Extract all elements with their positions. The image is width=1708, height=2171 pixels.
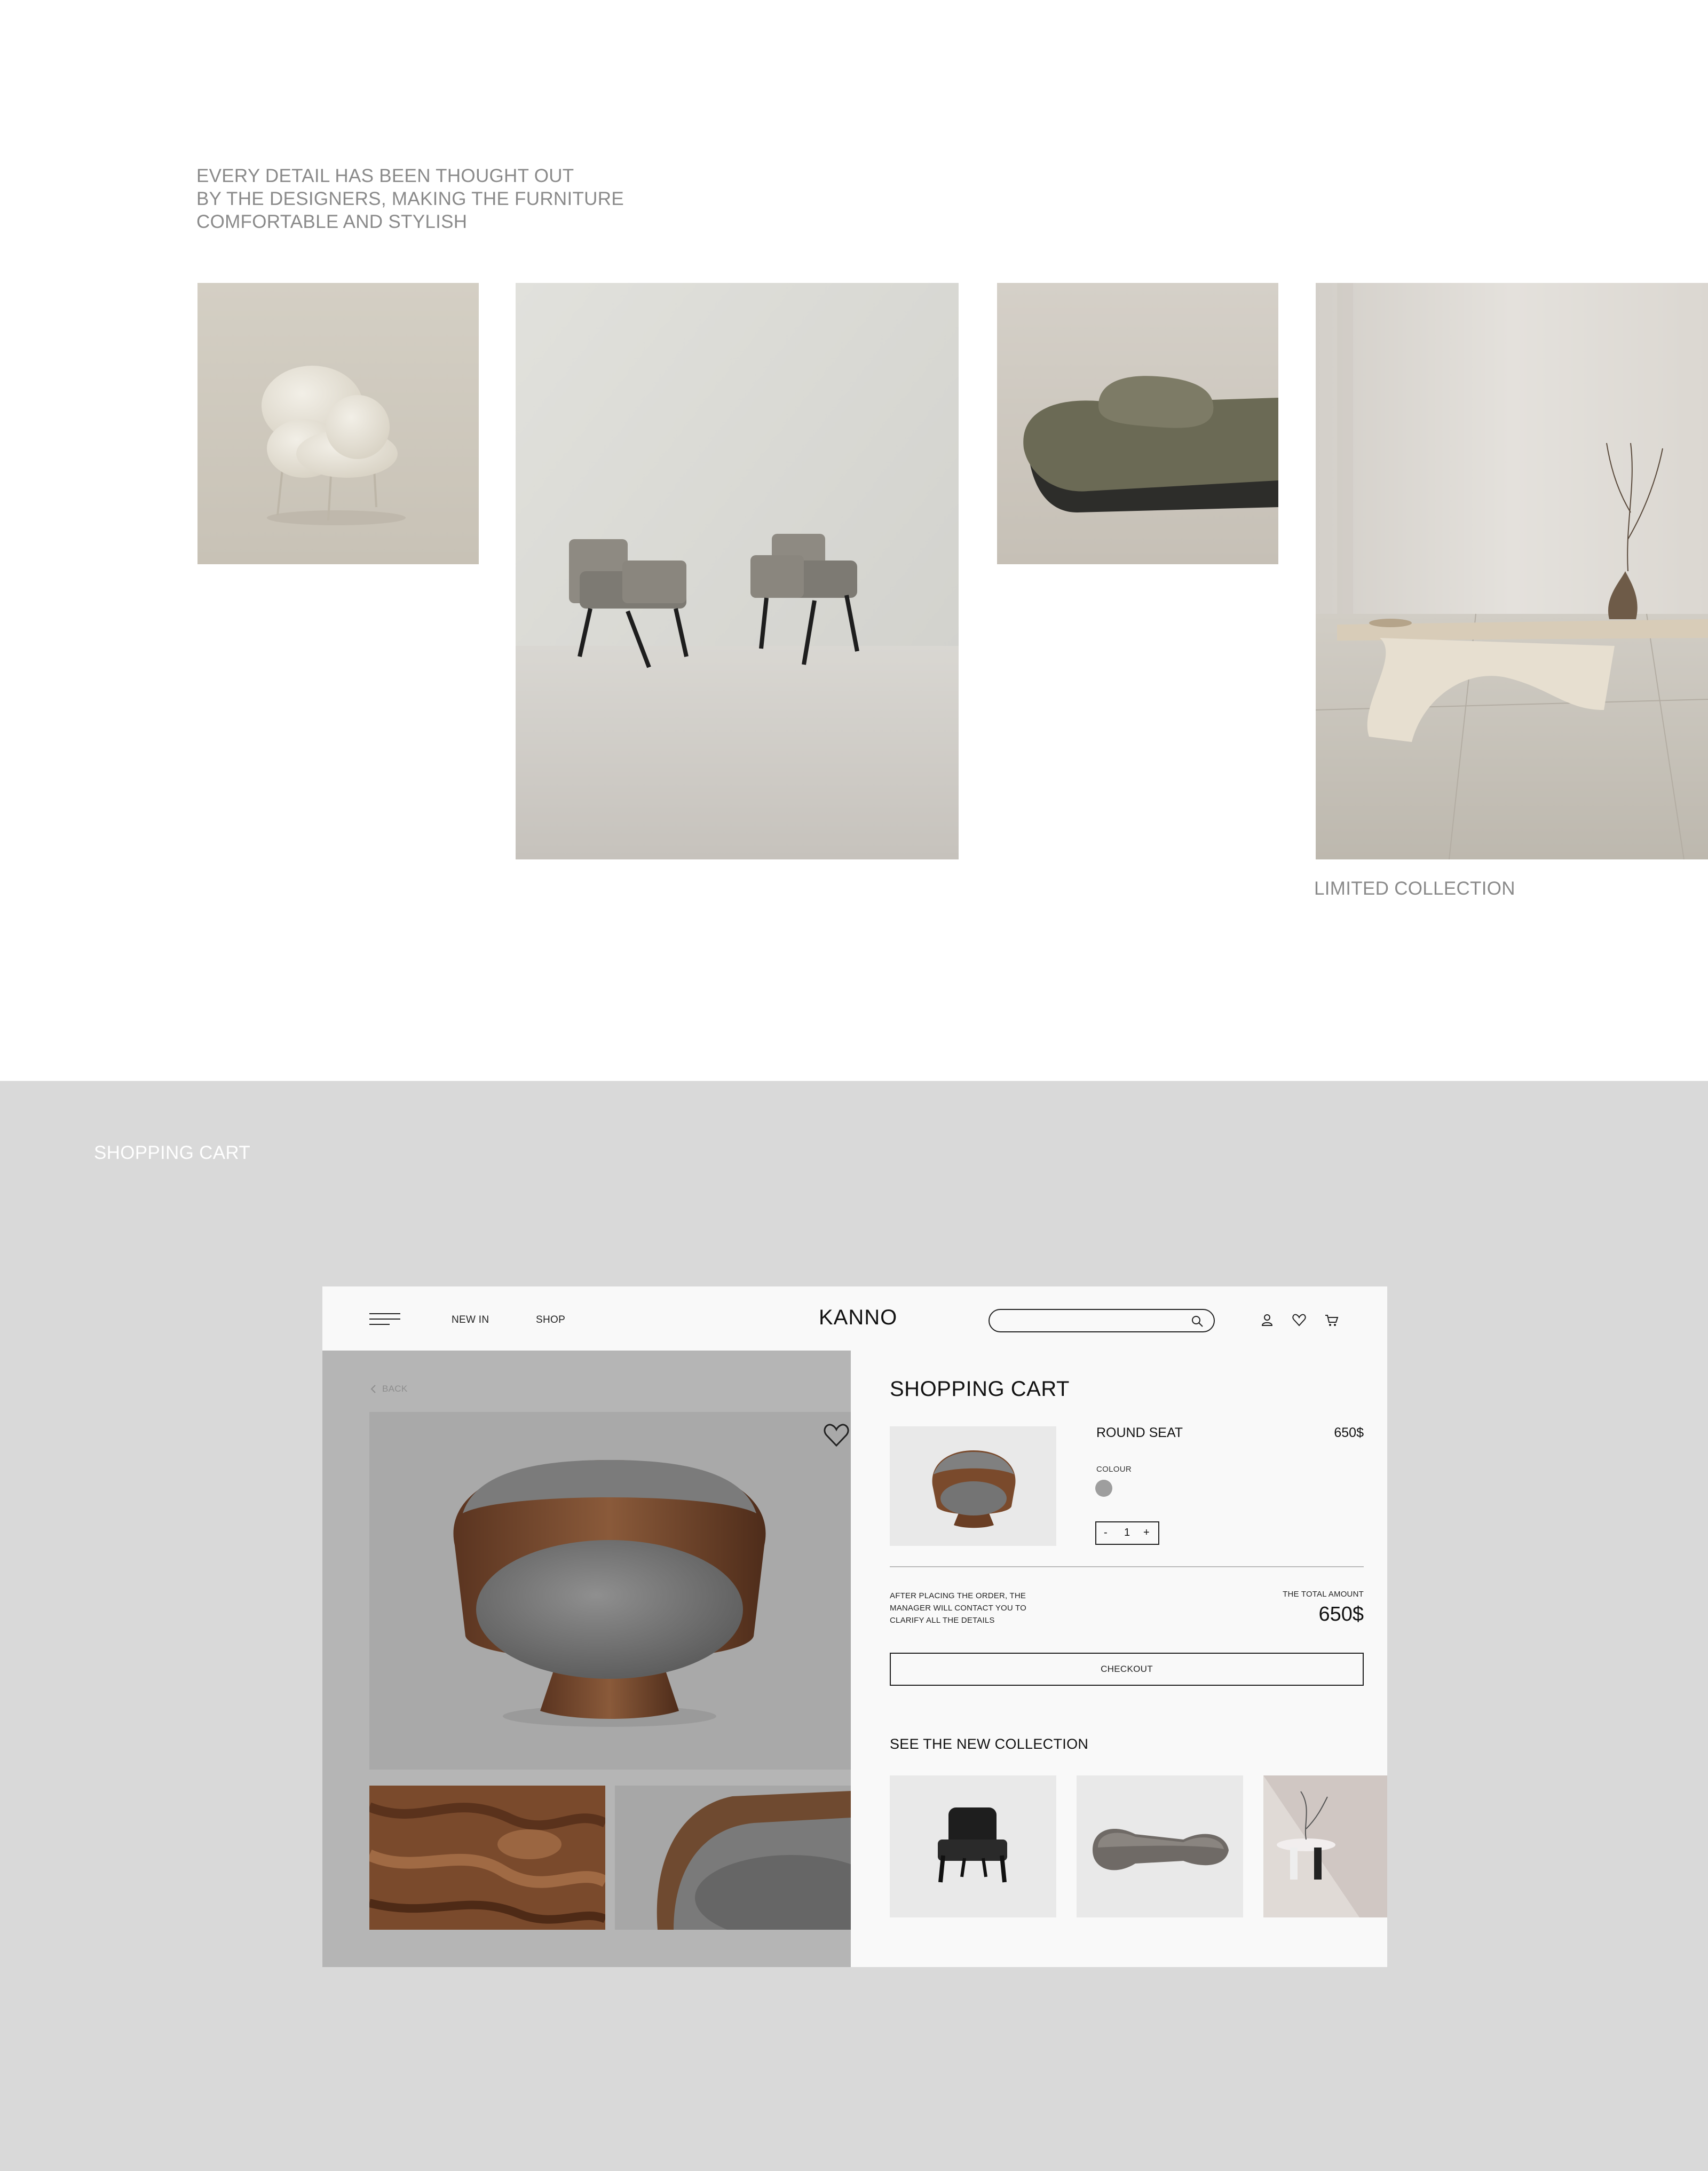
divider [890,1566,1364,1567]
wishlist-heart-icon[interactable] [1291,1312,1307,1328]
photo-cream-armchair [197,283,479,564]
quantity-value: 1 [1124,1527,1130,1538]
photo-curved-sofa [997,283,1278,564]
back-link[interactable]: BACK [382,1384,408,1394]
thumbnail-wood-texture[interactable] [369,1786,605,1930]
section-caption: SHOPPING CART [94,1142,251,1163]
favorite-heart-icon[interactable] [823,1422,850,1448]
cart-item-image[interactable] [890,1426,1056,1546]
search-input[interactable] [989,1309,1215,1332]
decrease-quantity-button[interactable]: - [1104,1527,1108,1539]
collection-item-black-chair[interactable] [890,1775,1056,1917]
cart-title: SHOPPING CART [890,1377,1070,1401]
total-label: THE TOTAL AMOUNT [1283,1590,1364,1599]
nav-new-in[interactable]: NEW IN [452,1314,489,1326]
intro-line: EVERY DETAIL HAS BEEN THOUGHT OUT [196,165,574,186]
intro-line: BY THE DESIGNERS, MAKING THE FURNITURE [196,188,624,209]
colour-swatch[interactable] [1095,1480,1112,1497]
chevron-left-icon[interactable] [369,1384,377,1394]
checkout-button[interactable]: CHECKOUT [890,1653,1364,1686]
collection-item-curved-sofa[interactable] [1077,1775,1243,1917]
quantity-stepper: - 1 + [1095,1521,1159,1545]
photo-two-armchairs [516,283,959,859]
limited-collection-caption: LIMITED COLLECTION [1314,878,1515,899]
search-icon[interactable] [1190,1314,1204,1328]
nav-shop[interactable]: SHOP [536,1314,565,1326]
photo-sculptural-table [1316,283,1708,859]
intro-text: EVERY DETAIL HAS BEEN THOUGHT OUT BY THE… [196,164,677,233]
increase-quantity-button[interactable]: + [1143,1527,1150,1539]
cart-item-price: 650$ [1334,1425,1364,1440]
collection-title: SEE THE NEW COLLECTION [890,1736,1089,1752]
product-gallery: BACK [322,1351,851,1967]
cart-icon[interactable] [1324,1312,1340,1328]
thumbnail-chair-detail[interactable] [615,1786,851,1930]
product-main-image [369,1412,851,1770]
total-amount: 650$ [1318,1603,1364,1625]
user-icon[interactable] [1259,1312,1275,1328]
cart-item-name: ROUND SEAT [1096,1425,1183,1440]
menu-icon[interactable] [369,1313,400,1325]
shopping-cart-mockup: NEW IN SHOP KANNO BACK SHOPPING CART ROU… [322,1286,1387,1967]
intro-line: COMFORTABLE AND STYLISH [196,211,468,232]
brand-logo[interactable]: KANNO [819,1306,897,1330]
colour-label: COLOUR [1096,1465,1132,1474]
header-bar: NEW IN SHOP KANNO [322,1286,1387,1351]
order-note: AFTER PLACING THE ORDER, THE MANAGER WIL… [890,1591,1026,1625]
collection-item-marble-table[interactable] [1263,1775,1387,1917]
